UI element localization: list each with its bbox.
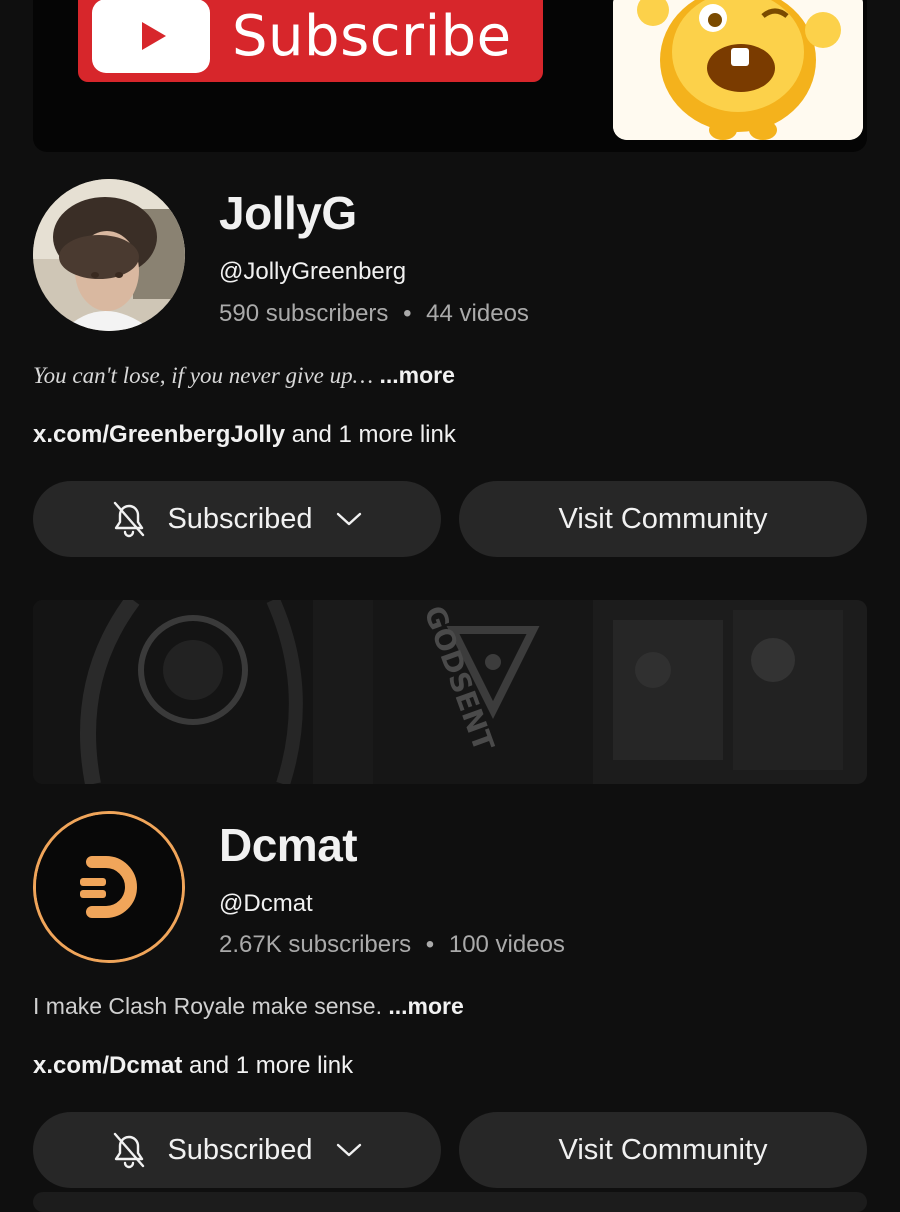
description-text: You can't lose, if you never give up… [33, 363, 374, 388]
subscribed-button[interactable]: Subscribed [33, 481, 441, 557]
channel-links[interactable]: x.com/Dcmat and 1 more link [33, 1052, 353, 1080]
subscribe-badge: Subscribe [78, 0, 543, 82]
channel-avatar-jollyg[interactable] [33, 179, 185, 331]
subscribed-label: Subscribed [167, 1133, 313, 1166]
video-count: 44 videos [426, 300, 529, 327]
channel-handle: @JollyGreenberg [219, 258, 407, 285]
channel-links[interactable]: x.com/GreenbergJolly and 1 more link [33, 421, 456, 449]
subscribed-label: Subscribed [167, 502, 313, 535]
more-links-label[interactable]: and 1 more link [182, 1052, 353, 1079]
channel-banner-jollyg: Subscribe [33, 0, 867, 152]
visit-community-label: Visit Community [558, 502, 768, 535]
subscriber-count: 590 subscribers [219, 300, 389, 327]
channel-name[interactable]: JollyG [219, 186, 357, 240]
channel-name[interactable]: Dcmat [219, 818, 358, 872]
subscriber-count: 2.67K subscribers [219, 931, 412, 958]
channel-description[interactable]: I make Clash Royale make sense. ...more [33, 993, 464, 1020]
chevron-down-icon [335, 1142, 363, 1158]
channel-link-url[interactable]: x.com/Dcmat [33, 1052, 182, 1079]
subscribe-badge-label: Subscribe [232, 3, 512, 69]
subscribed-button[interactable]: Subscribed [33, 1112, 441, 1188]
visit-community-button[interactable]: Visit Community [459, 1112, 867, 1188]
visit-community-button[interactable]: Visit Community [459, 481, 867, 557]
visit-community-label: Visit Community [558, 1133, 768, 1166]
separator-dot: • [403, 300, 412, 327]
channel-handle: @Dcmat [219, 890, 313, 917]
more-link[interactable]: ...more [379, 362, 454, 388]
chevron-down-icon [335, 511, 363, 527]
channel-link-url[interactable]: x.com/GreenbergJolly [33, 421, 285, 448]
channel-description[interactable]: You can't lose, if you never give up… ..… [33, 362, 455, 389]
more-link[interactable]: ...more [388, 993, 463, 1019]
separator-dot: • [425, 931, 435, 958]
channel-avatar-dcmat[interactable] [33, 811, 185, 963]
bell-off-icon [111, 1131, 147, 1169]
bell-off-icon [111, 500, 147, 538]
channel-stats: 590 subscribers • 44 videos [219, 300, 529, 328]
channel-banner-dcmat: GODSENT [33, 600, 867, 784]
mascot-image [613, 0, 863, 140]
video-count: 100 videos [448, 931, 565, 958]
more-links-label[interactable]: and 1 more link [285, 421, 456, 448]
next-card-edge [33, 1192, 867, 1212]
play-icon [92, 0, 210, 73]
description-text: I make Clash Royale make sense. [33, 993, 382, 1019]
channel-stats: 2.67K subscribers • 100 videos [219, 931, 565, 959]
